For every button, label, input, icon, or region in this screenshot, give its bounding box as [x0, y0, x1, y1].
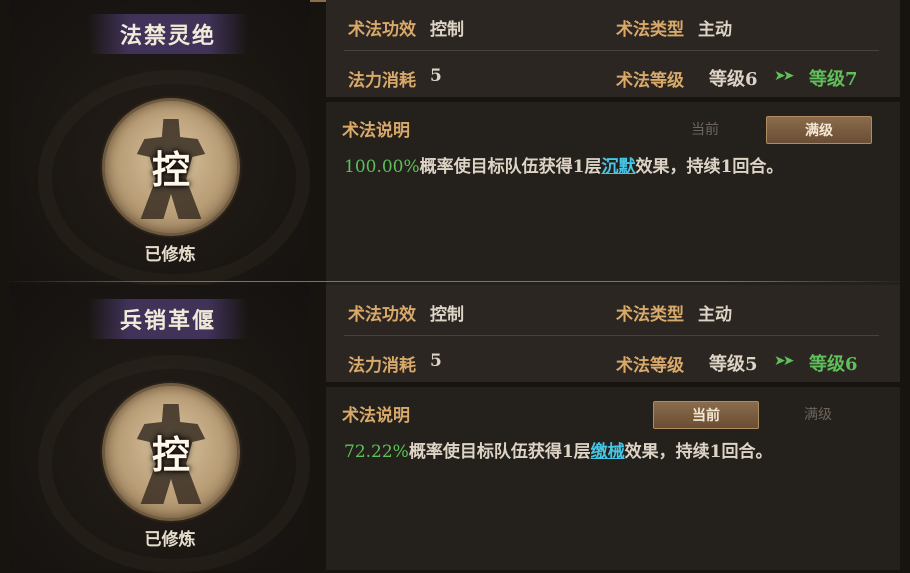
skill-card: 法禁灵绝 控 已修炼 术法功效 控制 术法类型 主动 法力消耗 5 术法等级 等…	[0, 0, 910, 288]
divider	[344, 50, 879, 51]
attr-row: 术法功效 控制 术法类型 主动	[326, 3, 900, 51]
cost-value: 5	[430, 351, 442, 371]
skill-attributes: 术法功效 控制 术法类型 主动 法力消耗 5 术法等级 等级5 ➤➤ 等级6	[326, 285, 900, 382]
description-tail: 效果，持续1回合。	[624, 442, 773, 462]
level-arrow-icon: ➤➤	[774, 68, 795, 84]
attr-row: 法力消耗 5 术法等级 等级5 ➤➤ 等级6	[326, 339, 900, 387]
tab-max-level[interactable]: 满级	[766, 116, 872, 144]
description-label: 术法说明	[342, 406, 410, 426]
skill-name: 兵销革偃	[88, 299, 248, 339]
level-label: 术法等级	[616, 356, 684, 376]
level-next: 等级6	[809, 354, 858, 375]
refined-status: 已修炼	[144, 245, 196, 265]
level-current: 等级6	[709, 69, 758, 90]
status-keyword-link[interactable]: 沉默	[601, 157, 635, 177]
cost-label: 法力消耗	[348, 71, 416, 91]
level-current: 等级5	[709, 354, 758, 375]
description-label: 术法说明	[342, 121, 410, 141]
refined-status: 已修炼	[144, 530, 196, 550]
attr-row: 法力消耗 5 术法等级 等级6 ➤➤ 等级7	[326, 54, 900, 102]
level-arrow-icon: ➤➤	[774, 353, 795, 369]
tab-current[interactable]: 当前	[653, 401, 759, 429]
status-keyword-link[interactable]: 缴械	[591, 442, 625, 462]
type-label: 术法类型	[616, 305, 684, 325]
tab-max-level[interactable]: 满级	[766, 401, 870, 427]
skill-attributes: 术法功效 控制 术法类型 主动 法力消耗 5 术法等级 等级6 ➤➤ 等级7	[326, 0, 900, 97]
probability-value: 72.22%	[344, 442, 409, 462]
description-tail: 效果，持续1回合。	[635, 157, 784, 177]
skill-portrait-panel: 兵销革偃 控 已修炼	[10, 285, 310, 573]
description-text: 72.22%概率使目标队伍获得1层缴械效果，持续1回合。	[344, 437, 773, 462]
level-next: 等级7	[809, 69, 858, 90]
type-value: 主动	[698, 20, 732, 40]
control-badge: 控	[151, 147, 190, 192]
skill-medallion-icon[interactable]: 控	[102, 98, 240, 236]
skill-description-panel: 术法说明 当前 满级 72.22%概率使目标队伍获得1层缴械效果，持续1回合。	[326, 387, 900, 570]
effect-label: 术法功效	[348, 305, 416, 325]
skill-portrait-panel: 法禁灵绝 控 已修炼	[10, 0, 310, 288]
level-label: 术法等级	[616, 71, 684, 91]
section-divider	[0, 281, 910, 282]
type-value: 主动	[698, 305, 732, 325]
skill-name: 法禁灵绝	[88, 14, 248, 54]
divider	[344, 335, 879, 336]
skill-description-panel: 术法说明 当前 满级 100.00%概率使目标队伍获得1层沉默效果，持续1回合。	[326, 102, 900, 285]
skill-card: 兵销革偃 控 已修炼 术法功效 控制 术法类型 主动 法力消耗 5 术法等级 等…	[0, 285, 910, 573]
description-body: 概率使目标队伍获得1层	[419, 157, 602, 177]
description-body: 概率使目标队伍获得1层	[408, 442, 591, 462]
probability-value: 100.00%	[344, 157, 420, 177]
effect-label: 术法功效	[348, 20, 416, 40]
control-badge: 控	[151, 432, 190, 477]
description-text: 100.00%概率使目标队伍获得1层沉默效果，持续1回合。	[344, 152, 783, 177]
skill-medallion-icon[interactable]: 控	[102, 383, 240, 521]
cost-label: 法力消耗	[348, 356, 416, 376]
effect-value: 控制	[430, 305, 464, 325]
effect-value: 控制	[430, 20, 464, 40]
type-label: 术法类型	[616, 20, 684, 40]
attr-row: 术法功效 控制 术法类型 主动	[326, 288, 900, 336]
cost-value: 5	[430, 66, 442, 86]
tab-current[interactable]: 当前	[653, 116, 757, 142]
